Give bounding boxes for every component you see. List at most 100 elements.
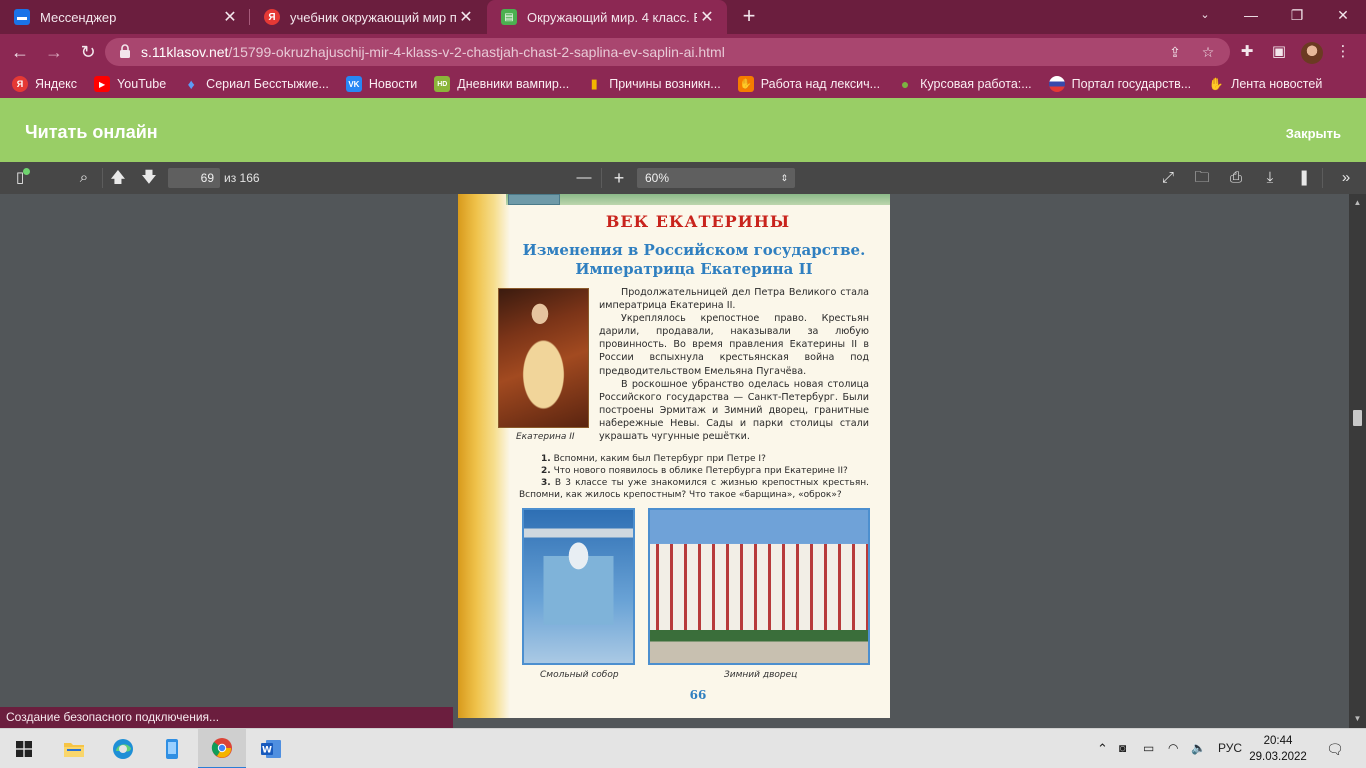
clock-date: 29.03.2022 (1249, 751, 1307, 763)
flame-icon: ♦ (187, 76, 195, 92)
reload-button[interactable]: ↻ (76, 40, 100, 64)
taskbar-phone-app[interactable] (148, 729, 196, 768)
start-button[interactable] (0, 729, 48, 768)
restore-button[interactable]: ❐ (1274, 0, 1320, 30)
question-text: Что нового появилось в облике Петербурга… (553, 466, 848, 476)
extensions-icon[interactable]: ✚ (1237, 42, 1257, 62)
bookmark-lexical-work[interactable]: ✋ Работа над лексич... (737, 76, 880, 92)
battery-icon[interactable]: ▭ (1143, 741, 1154, 755)
flag-icon (1048, 76, 1065, 92)
winter-palace-caption: Зимний дворец (724, 670, 798, 680)
close-window-button[interactable]: ✕ (1320, 0, 1366, 30)
tab-messenger[interactable]: ▬ Мессенджер ✕ (0, 0, 250, 34)
hand-icon: ✋ (1208, 77, 1224, 91)
paragraph: Укреплялось крепостное право. Крестьян д… (599, 313, 869, 377)
bookmark-label: Сериал Бесстыжие... (206, 77, 329, 91)
question-number: 1. (541, 454, 551, 464)
bookmark-series[interactable]: ♦ Сериал Бесстыжие... (183, 76, 329, 92)
system-clock[interactable]: 20:44 29.03.2022 (1248, 733, 1308, 765)
close-icon[interactable]: ✕ (220, 7, 240, 27)
page-number-input[interactable]: 69 (168, 168, 220, 188)
tab-search-icon[interactable]: ⌄ (1182, 0, 1228, 30)
bookmark-vampire-diaries[interactable]: HD Дневники вампир... (434, 76, 569, 92)
tray-meet-icon[interactable]: ◙ (1119, 741, 1126, 755)
tab-active-textbook[interactable]: ▤ Окружающий мир. 4 класс. В 2 ✕ (487, 0, 727, 34)
input-language[interactable]: РУС (1218, 741, 1242, 755)
zoom-select[interactable]: 60% ⇕ (637, 168, 795, 188)
windows-taskbar: W ⌃ ◙ ▭ ◠ 🔈 РУС 20:44 29.03.2022 🗨 (0, 728, 1366, 768)
bookmark-label: Курсовая работа:... (920, 77, 1032, 91)
paragraph: В роскошное убранство оделась новая стол… (599, 378, 869, 443)
bookmark-label: Дневники вампир... (457, 77, 570, 91)
page-spine-decoration (458, 194, 510, 718)
toolbar-separator (1322, 168, 1323, 188)
profile-avatar[interactable] (1301, 42, 1323, 64)
taskbar-word[interactable]: W (247, 729, 295, 768)
subtitle-line: Изменения в Российском государстве. (522, 241, 866, 259)
search-icon[interactable]: ⌕ (74, 169, 94, 187)
phone-icon (166, 739, 178, 759)
body-text: Продолжательницей дел Петра Великого ста… (599, 286, 869, 443)
back-button[interactable]: ← (8, 40, 32, 64)
volume-icon[interactable]: 🔈 (1191, 741, 1206, 755)
open-file-icon[interactable]: 🗀 (1192, 169, 1212, 187)
bookmark-causes[interactable]: ▮ Причины возникн... (586, 76, 721, 92)
close-reader-button[interactable]: Закрыть (1286, 126, 1341, 141)
portrait-caption: Екатерина II (516, 432, 575, 442)
edge-icon (113, 739, 133, 759)
bookmarks-bar: Я Яндекс ▶ YouTube ♦ Сериал Бесстыжие... VK… (0, 70, 1366, 98)
taskbar-chrome[interactable] (198, 729, 246, 768)
bookmark-gov-portal[interactable]: Портал государств... (1048, 76, 1191, 92)
taskbar-edge[interactable] (99, 729, 147, 768)
address-bar[interactable]: s.11klasov.net/15799-okruzhajuschij-mir-… (105, 38, 1230, 66)
lock-icon[interactable] (119, 44, 131, 58)
scrollbar-thumb[interactable] (1353, 410, 1362, 426)
forward-button[interactable]: → (42, 40, 66, 64)
band-swatch (508, 194, 560, 205)
new-tab-button[interactable]: + (737, 5, 761, 29)
minimize-button[interactable]: — (1228, 0, 1274, 30)
bookmark-star-icon[interactable]: ☆ (1199, 43, 1217, 61)
taskbar-file-explorer[interactable] (50, 729, 98, 768)
bookmark-news-vk[interactable]: VK Новости (345, 76, 417, 92)
page-subtitle: Изменения в Российском государстве. Импе… (514, 241, 874, 279)
viewer-scrollbar[interactable]: ▲ ▼ (1349, 194, 1366, 728)
fullscreen-icon[interactable]: ⤢ (1158, 169, 1178, 187)
print-icon[interactable]: ⎙ (1226, 169, 1246, 187)
question-text: Вспомни, каким был Петербург при Петре I… (553, 454, 766, 464)
zoom-out-icon[interactable]: — (574, 169, 594, 187)
previous-page-icon[interactable]: 🡅 (108, 169, 128, 187)
bookmark-icon[interactable]: ❚ (1294, 169, 1314, 187)
tab-textbook-search[interactable]: Я учебник окружающий мир пла ✕ (250, 0, 486, 34)
vk-icon: VK (345, 76, 362, 92)
bookmark-news-feed[interactable]: ✋ Лента новостей (1208, 76, 1323, 92)
tray-chevron-up-icon[interactable]: ⌃ (1097, 741, 1108, 757)
bookmark-youtube[interactable]: ▶ YouTube (94, 76, 166, 92)
scroll-up-icon[interactable]: ▲ (1349, 198, 1366, 207)
share-icon[interactable]: ⇪ (1166, 43, 1184, 61)
questions-block: 1. Вспомни, каким был Петербург при Петр… (519, 453, 869, 501)
wifi-icon[interactable]: ◠ (1168, 741, 1178, 755)
more-tools-icon[interactable]: » (1336, 169, 1356, 187)
url-host: s.11klasov.net (141, 44, 229, 60)
pdf-toolbar: ▯ ⌕ 🡅 🡇 69 из 166 — + 60% ⇕ ⤢ 🗀 ⎙ ⤓ ❚ » (0, 162, 1366, 194)
menu-kebab-icon[interactable]: ⋮ (1333, 42, 1353, 62)
yandex-icon: Я (264, 9, 280, 25)
zoom-in-icon[interactable]: + (609, 169, 629, 187)
scroll-down-icon[interactable]: ▼ (1349, 714, 1366, 723)
messenger-icon: ▬ (14, 9, 30, 25)
bookmark-coursework[interactable]: ● Курсовая работа:... (897, 76, 1032, 92)
url-text[interactable]: s.11klasov.net/15799-okruzhajuschij-mir-… (141, 44, 725, 60)
next-page-icon[interactable]: 🡇 (139, 169, 159, 187)
bookmark-yandex[interactable]: Я Яндекс (12, 76, 77, 92)
notifications-icon[interactable]: 🗨 (1326, 741, 1344, 758)
question-item: 2. Что нового появилось в облике Петербу… (519, 465, 869, 477)
word-icon: W (261, 740, 281, 758)
side-panel-icon[interactable]: ▣ (1269, 42, 1289, 62)
download-icon[interactable]: ⤓ (1260, 169, 1280, 187)
page-top-band (506, 194, 890, 205)
close-icon[interactable]: ✕ (456, 7, 476, 27)
page-title: ВЕК ЕКАТЕРИНЫ (605, 212, 791, 231)
book-icon: ▤ (501, 9, 517, 25)
close-icon[interactable]: ✕ (697, 7, 717, 27)
